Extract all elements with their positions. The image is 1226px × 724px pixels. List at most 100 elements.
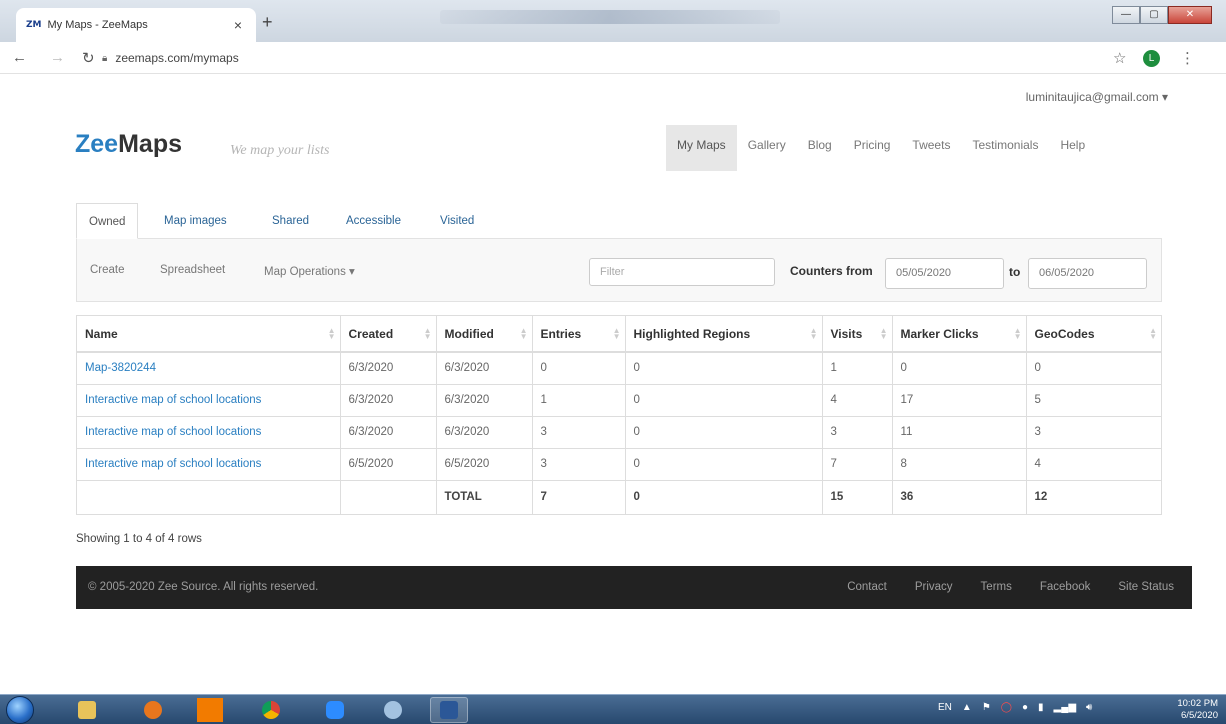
header-label: Marker Clicks: [900, 326, 979, 341]
start-button[interactable]: [6, 696, 34, 724]
url-text: zeemaps.com/mymaps: [115, 51, 239, 65]
nav-my-maps[interactable]: My Maps: [666, 125, 737, 171]
footer-link-contact[interactable]: Contact: [833, 566, 901, 609]
map-operations-dropdown[interactable]: Map Operations ▾: [264, 264, 355, 278]
nav-pricing[interactable]: Pricing: [843, 125, 902, 171]
table-row: Interactive map of school locations 6/5/…: [77, 447, 1161, 480]
table-header-row: Name ▲ ▼ Created ▲ ▼ Modified ▲ ▼ Entries ▲ ▼ Hi…: [77, 316, 1161, 353]
browser-tab[interactable]: ZM My Maps - ZeeMaps ×: [16, 8, 256, 42]
table-cell: [340, 479, 437, 514]
total-visits: 15: [822, 479, 893, 514]
map-name-cell: Interactive map of school locations: [77, 415, 341, 448]
counters-to-date[interactable]: 06/05/2020: [1028, 258, 1147, 289]
tray-app-icon[interactable]: ●: [1022, 702, 1028, 713]
reload-icon[interactable]: ↻: [82, 49, 95, 67]
table-cell: 0: [1026, 351, 1161, 384]
star-icon[interactable]: ☆: [1113, 49, 1126, 67]
column-header-name[interactable]: Name ▲ ▼: [77, 316, 341, 353]
header-label: GeoCodes: [1034, 326, 1095, 341]
opera-icon[interactable]: ◯: [1001, 702, 1012, 713]
page-viewport: luminitaujica@gmail.com ▾ ZeeMaps We map…: [0, 75, 1226, 694]
map-operations-label: Map Operations: [264, 266, 346, 278]
table-cell: 11: [892, 415, 1027, 448]
footer-link-terms[interactable]: Terms: [967, 566, 1026, 609]
filter-input[interactable]: [589, 258, 775, 286]
tab-shared[interactable]: Shared: [272, 203, 309, 239]
window-controls: — ▢ ✕: [1112, 6, 1212, 24]
nav-help[interactable]: Help: [1049, 125, 1096, 171]
minimize-icon[interactable]: —: [1112, 6, 1140, 24]
flag-icon[interactable]: ⚑: [982, 702, 991, 713]
tray-expand-icon[interactable]: ▲: [962, 702, 972, 713]
new-tab-icon[interactable]: +: [262, 12, 273, 33]
tab-map-images[interactable]: Map images: [164, 203, 227, 239]
orange-app-icon[interactable]: [191, 697, 229, 723]
chrome-icon[interactable]: [252, 697, 290, 723]
map-name-link[interactable]: Map-3820244: [85, 362, 156, 374]
table-cell: 6/3/2020: [436, 383, 533, 416]
column-header-modified[interactable]: Modified ▲ ▼: [436, 316, 533, 353]
profile-avatar[interactable]: L: [1143, 50, 1160, 67]
main-nav: My Maps Gallery Blog Pricing Tweets Test…: [666, 125, 1096, 171]
table-total-row: TOTAL 7 0 15 36 12: [77, 479, 1161, 514]
map-name-link[interactable]: Interactive map of school locations: [85, 426, 261, 438]
total-label: TOTAL: [436, 479, 533, 514]
language-indicator[interactable]: EN: [938, 702, 952, 713]
caret-down-icon: ▾: [349, 266, 355, 278]
counters-from-date[interactable]: 05/05/2020: [885, 258, 1004, 289]
tab-owned[interactable]: Owned: [76, 203, 139, 239]
footer-link-facebook[interactable]: Facebook: [1026, 566, 1105, 609]
table-cell: 0: [892, 351, 1027, 384]
tab-visited[interactable]: Visited: [440, 203, 474, 239]
table-cell: 6/3/2020: [340, 415, 437, 448]
column-header-geocodes[interactable]: GeoCodes ▲ ▼: [1026, 316, 1161, 353]
tab-close-icon[interactable]: ×: [230, 17, 246, 33]
nav-tweets[interactable]: Tweets: [901, 125, 961, 171]
taskbar-clock[interactable]: 10:02 PM 6/5/2020: [1177, 698, 1218, 722]
column-header-entries[interactable]: Entries ▲ ▼: [532, 316, 626, 353]
window-close-icon[interactable]: ✕: [1168, 6, 1212, 24]
nav-blog[interactable]: Blog: [797, 125, 843, 171]
logo-suffix: Maps: [118, 130, 182, 158]
footer-link-privacy[interactable]: Privacy: [901, 566, 967, 609]
system-tray: EN ▲ ⚑ ◯ ● ▮ ▂▄▆ 🔊︎: [938, 702, 1092, 713]
nav-testimonials[interactable]: Testimonials: [961, 125, 1049, 171]
word-icon[interactable]: [430, 697, 468, 723]
network-icon[interactable]: ▮: [1038, 702, 1044, 713]
column-header-marker-clicks[interactable]: Marker Clicks ▲ ▼: [892, 316, 1027, 353]
background-window-title: [440, 10, 780, 24]
nav-gallery[interactable]: Gallery: [737, 125, 797, 171]
map-name-cell: Map-3820244: [77, 351, 341, 384]
arrow-left-icon[interactable]: ←: [12, 49, 27, 66]
arrow-right-icon[interactable]: →: [50, 49, 65, 66]
table-cell: 6/3/2020: [436, 415, 533, 448]
column-header-created[interactable]: Created ▲ ▼: [340, 316, 437, 353]
create-button[interactable]: Create: [90, 264, 125, 276]
maximize-icon[interactable]: ▢: [1140, 6, 1168, 24]
address-bar: ← → ↻ 🔒︎ zeemaps.com/mymaps ☆ L ⋮: [0, 42, 1226, 74]
zoom-icon[interactable]: [316, 697, 354, 723]
spreadsheet-button[interactable]: Spreadsheet: [160, 264, 225, 276]
caret-down-icon: ▾: [1161, 90, 1168, 104]
paint-icon[interactable]: [374, 697, 412, 723]
firefox-icon[interactable]: [134, 697, 172, 723]
header-label: Modified: [444, 326, 494, 341]
volume-icon[interactable]: 🔊︎: [1086, 702, 1092, 713]
kebab-menu-icon[interactable]: ⋮: [1180, 49, 1195, 67]
copyright-text: © 2005-2020 Zee Source. All rights reser…: [88, 581, 319, 593]
file-explorer-icon[interactable]: [68, 697, 106, 723]
map-name-cell: Interactive map of school locations: [77, 383, 341, 416]
sort-icon: ▲ ▼: [1013, 326, 1022, 341]
map-name-link[interactable]: Interactive map of school locations: [85, 394, 261, 406]
footer-link-site-status[interactable]: Site Status: [1104, 566, 1188, 609]
column-header-visits[interactable]: Visits ▲ ▼: [822, 316, 893, 353]
clock-time: 10:02 PM: [1177, 698, 1218, 709]
tab-accessible[interactable]: Accessible: [346, 203, 401, 239]
table-cell: 1: [822, 351, 893, 384]
user-menu[interactable]: luminitaujica@gmail.com ▾: [1026, 90, 1168, 104]
zeemaps-logo[interactable]: ZeeMaps: [75, 130, 182, 159]
url-field[interactable]: 🔒︎ zeemaps.com/mymaps: [102, 47, 1102, 69]
map-name-link[interactable]: Interactive map of school locations: [85, 458, 261, 470]
signal-icon[interactable]: ▂▄▆: [1054, 702, 1076, 713]
column-header-highlighted-regions[interactable]: Highlighted Regions ▲ ▼: [625, 316, 823, 353]
